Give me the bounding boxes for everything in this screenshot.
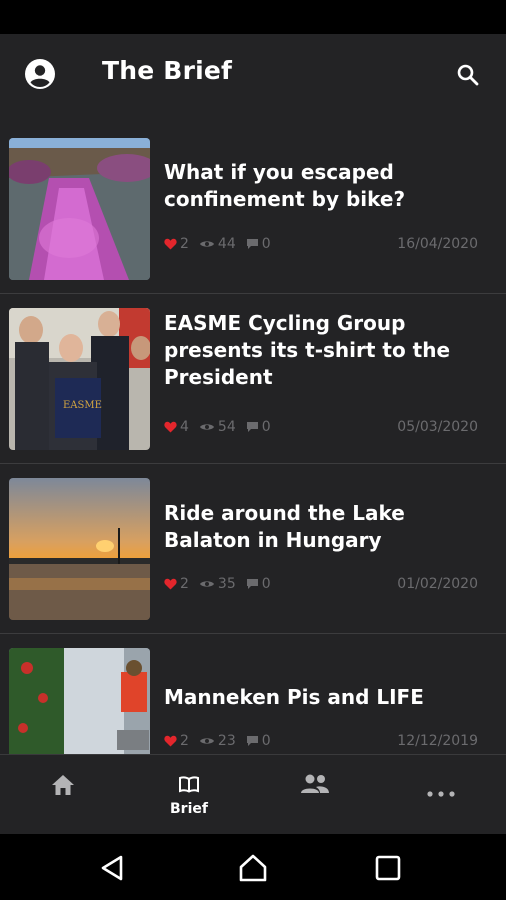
- more-icon: [427, 791, 455, 797]
- article-title[interactable]: Manneken Pis and LIFE: [164, 684, 494, 711]
- article-item[interactable]: Manneken Pis and LIFE 2 23 0 12/12/2019: [0, 634, 506, 754]
- account-circle-icon[interactable]: [24, 58, 56, 90]
- views-value: 23: [217, 733, 236, 749]
- app-title: The Brief: [102, 56, 233, 85]
- likes-count: 4: [164, 419, 189, 435]
- nav-more[interactable]: [378, 755, 504, 835]
- article-thumbnail: [9, 138, 150, 280]
- eye-icon: [199, 241, 214, 247]
- nav-brief-label: Brief: [170, 801, 208, 817]
- article-date: 12/12/2019: [397, 733, 478, 749]
- heart-icon: [164, 421, 177, 433]
- likes-count: 2: [164, 733, 189, 749]
- comments-count: 0: [246, 733, 271, 749]
- eye-icon: [199, 424, 214, 430]
- status-bar: [0, 0, 506, 34]
- nav-home[interactable]: [0, 755, 126, 835]
- heart-icon: [164, 578, 177, 590]
- home-icon: [52, 775, 74, 795]
- comment-icon: [246, 579, 258, 589]
- comments-value: 0: [261, 236, 271, 252]
- likes-value: 2: [180, 236, 189, 252]
- article-title[interactable]: Ride around the Lake Balaton in Hungary: [164, 500, 494, 554]
- people-icon: [301, 774, 329, 793]
- article-meta: 4 54 0 05/03/2020: [164, 417, 478, 437]
- article-item[interactable]: EASME EASME Cycling Group presents its t…: [0, 294, 506, 464]
- views-value: 44: [217, 236, 236, 252]
- eye-icon: [199, 738, 214, 744]
- comments-value: 0: [261, 733, 271, 749]
- article-item[interactable]: Ride around the Lake Balaton in Hungary …: [0, 464, 506, 634]
- article-date: 01/02/2020: [397, 576, 478, 592]
- comment-icon: [246, 736, 258, 746]
- views-count: 35: [199, 576, 236, 592]
- eye-icon: [199, 581, 214, 587]
- bottom-navigation: Brief: [0, 754, 506, 834]
- home-button-icon[interactable]: [237, 852, 269, 884]
- views-count: 44: [199, 236, 236, 252]
- article-title[interactable]: EASME Cycling Group presents its t-shirt…: [164, 310, 494, 391]
- likes-value: 4: [180, 419, 189, 435]
- recents-icon[interactable]: [372, 852, 404, 884]
- article-item[interactable]: What if you escaped confinement by bike?…: [0, 114, 506, 294]
- likes-value: 2: [180, 576, 189, 592]
- likes-count: 2: [164, 576, 189, 592]
- likes-value: 2: [180, 733, 189, 749]
- article-thumbnail: [9, 648, 150, 754]
- article-date: 16/04/2020: [397, 236, 478, 252]
- heart-icon: [164, 238, 177, 250]
- comment-icon: [246, 239, 258, 249]
- app-bar: The Brief: [0, 34, 506, 114]
- article-thumbnail: EASME: [9, 308, 150, 450]
- article-meta: 2 35 0 01/02/2020: [164, 574, 478, 594]
- views-value: 54: [217, 419, 236, 435]
- views-count: 54: [199, 419, 236, 435]
- article-thumbnail: [9, 478, 150, 620]
- nav-brief[interactable]: Brief: [126, 755, 252, 835]
- nav-community[interactable]: [252, 755, 378, 835]
- comments-value: 0: [261, 419, 271, 435]
- comments-value: 0: [261, 576, 271, 592]
- svg-text:EASME: EASME: [63, 400, 102, 411]
- heart-icon: [164, 735, 177, 747]
- comments-count: 0: [246, 236, 271, 252]
- comments-count: 0: [246, 576, 271, 592]
- article-list: What if you escaped confinement by bike?…: [0, 114, 506, 754]
- back-icon[interactable]: [97, 852, 129, 884]
- article-meta: 2 23 0 12/12/2019: [164, 731, 478, 751]
- system-navigation-bar: [0, 834, 506, 900]
- likes-count: 2: [164, 236, 189, 252]
- article-date: 05/03/2020: [397, 419, 478, 435]
- book-icon: [179, 776, 199, 793]
- article-title[interactable]: What if you escaped confinement by bike?: [164, 159, 494, 213]
- search-icon[interactable]: [455, 62, 481, 88]
- comment-icon: [246, 422, 258, 432]
- views-value: 35: [217, 576, 236, 592]
- comments-count: 0: [246, 419, 271, 435]
- views-count: 23: [199, 733, 236, 749]
- article-meta: 2 44 0 16/04/2020: [164, 234, 478, 254]
